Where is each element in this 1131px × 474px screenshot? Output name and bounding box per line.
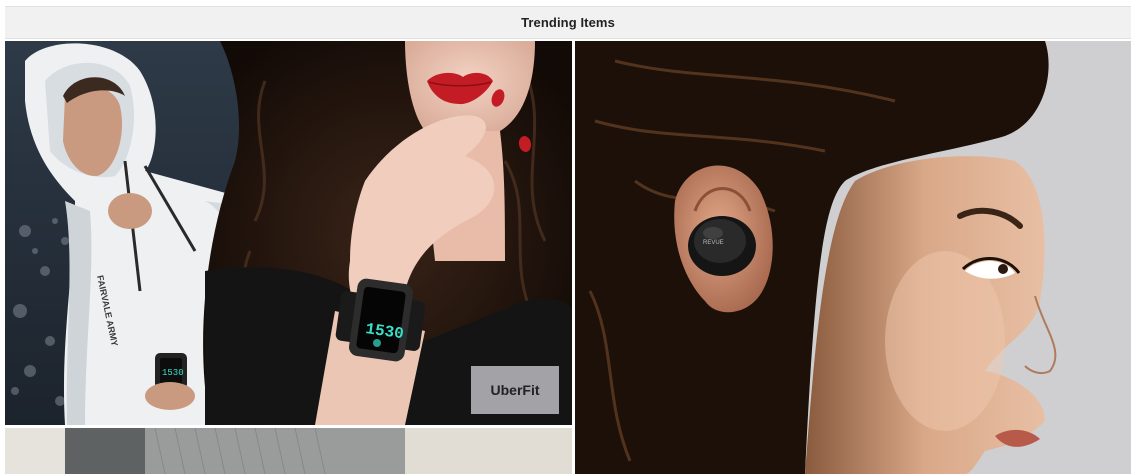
partial-promo-image xyxy=(5,428,572,474)
product-label-button[interactable]: UberFit xyxy=(471,366,559,414)
product-tile-partial[interactable] xyxy=(5,428,572,474)
section-header: Trending Items xyxy=(5,6,1131,39)
section-title: Trending Items xyxy=(521,15,615,30)
svg-text:1530: 1530 xyxy=(162,368,184,378)
earbud-brand: REVUE xyxy=(703,240,724,246)
product-tile-earbuds[interactable]: REVUE xyxy=(575,41,1131,474)
earbuds-promo-image: REVUE xyxy=(575,41,1131,474)
product-label-text: UberFit xyxy=(490,382,540,398)
product-tile-smartwatch[interactable]: FAIRVALE ARMY 1530 1530 UberFit xyxy=(5,41,572,425)
